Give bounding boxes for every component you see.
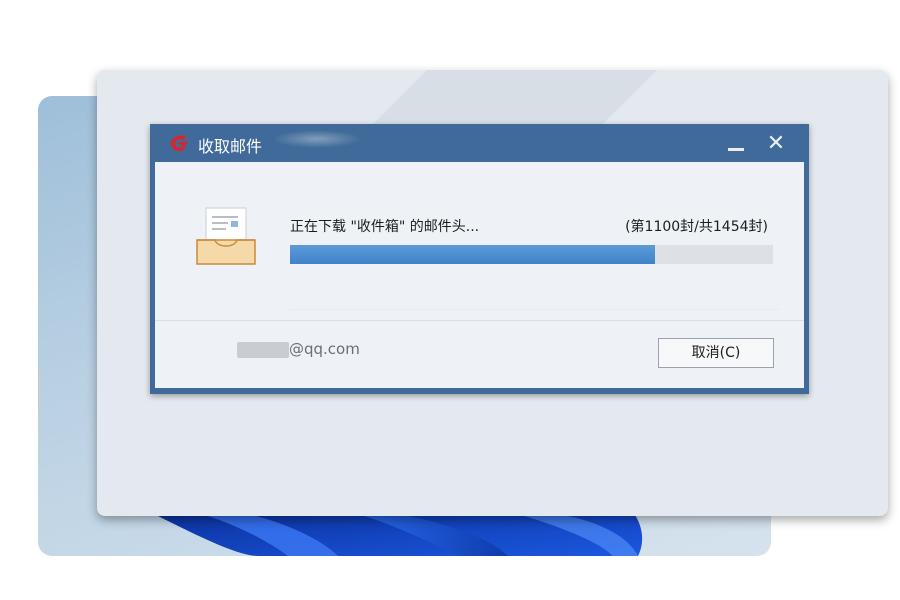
dialog-body: 正在下载 "收件箱" 的邮件头... (第1100封/共1454封) @qq.c… — [155, 162, 804, 388]
download-progress-bar — [290, 245, 773, 264]
cancel-button[interactable]: 取消(C) — [658, 338, 774, 368]
foxmail-logo-icon — [170, 135, 188, 152]
redacted-account-name — [237, 342, 289, 358]
close-icon: ✕ — [766, 131, 786, 156]
account-email-suffix: @qq.com — [289, 340, 360, 358]
dialog-titlebar[interactable]: 收取邮件 ✕ — [150, 124, 809, 162]
close-button[interactable]: ✕ — [762, 130, 790, 158]
fetch-mail-dialog: 收取邮件 ✕ 正在下载 "收件箱" 的邮件头... (第1100封/共1454封… — [150, 124, 809, 394]
message-count-text: (第1100封/共1454封) — [625, 219, 768, 235]
dialog-title: 收取邮件 — [198, 137, 263, 156]
minimize-icon — [728, 148, 744, 151]
download-status-text: 正在下载 "收件箱" 的邮件头... — [290, 219, 480, 235]
progress-fill — [290, 245, 656, 264]
content-divider — [290, 309, 780, 310]
footer-divider — [155, 320, 804, 321]
inbox-tray-icon — [196, 207, 256, 265]
title-glow — [272, 130, 362, 148]
minimize-button[interactable] — [722, 130, 750, 158]
